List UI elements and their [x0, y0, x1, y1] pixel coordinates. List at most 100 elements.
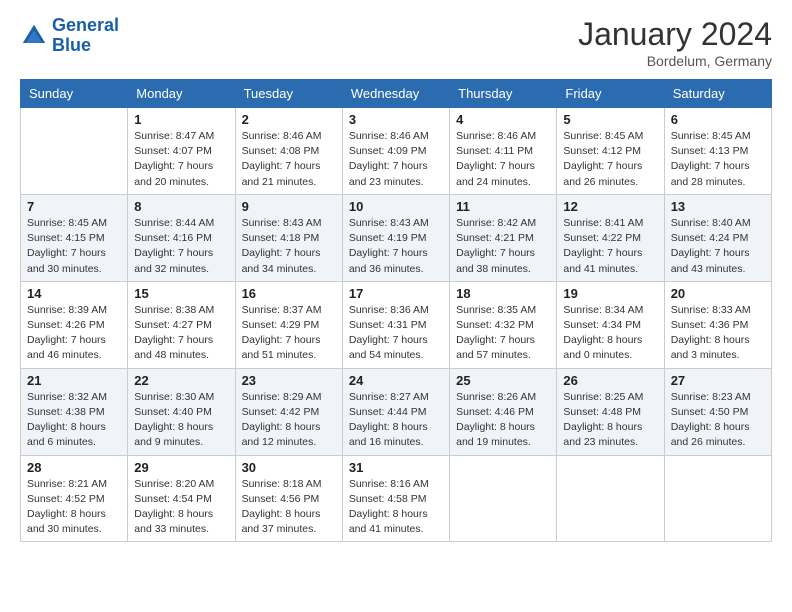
- logo-blue: Blue: [52, 36, 119, 56]
- calendar-cell: 2Sunrise: 8:46 AMSunset: 4:08 PMDaylight…: [235, 108, 342, 195]
- day-number: 17: [349, 286, 443, 301]
- day-info: Sunrise: 8:25 AMSunset: 4:48 PMDaylight:…: [563, 390, 657, 451]
- title-block: January 2024 Bordelum, Germany: [578, 16, 772, 69]
- day-info: Sunrise: 8:46 AMSunset: 4:11 PMDaylight:…: [456, 129, 550, 190]
- day-info: Sunrise: 8:37 AMSunset: 4:29 PMDaylight:…: [242, 303, 336, 364]
- calendar-header-row: SundayMondayTuesdayWednesdayThursdayFrid…: [21, 80, 772, 108]
- day-info: Sunrise: 8:26 AMSunset: 4:46 PMDaylight:…: [456, 390, 550, 451]
- calendar-cell: [450, 455, 557, 542]
- day-info: Sunrise: 8:45 AMSunset: 4:12 PMDaylight:…: [563, 129, 657, 190]
- day-info: Sunrise: 8:45 AMSunset: 4:15 PMDaylight:…: [27, 216, 121, 277]
- day-info: Sunrise: 8:46 AMSunset: 4:09 PMDaylight:…: [349, 129, 443, 190]
- day-info: Sunrise: 8:29 AMSunset: 4:42 PMDaylight:…: [242, 390, 336, 451]
- calendar-cell: 8 Sunrise: 8:44 AMSunset: 4:16 PMDaylight…: [128, 194, 235, 281]
- day-number: 28: [27, 460, 121, 475]
- calendar-cell: 28Sunrise: 8:21 AMSunset: 4:52 PMDayligh…: [21, 455, 128, 542]
- calendar-cell: 25 Sunrise: 8:26 AMSunset: 4:46 PMDayligh…: [450, 368, 557, 455]
- header-thursday: Thursday: [450, 80, 557, 108]
- calendar-cell: 5 Sunrise: 8:45 AMSunset: 4:12 PMDaylight…: [557, 108, 664, 195]
- day-info: Sunrise: 8:41 AMSunset: 4:22 PMDaylight:…: [563, 216, 657, 277]
- day-number: 5: [563, 112, 657, 127]
- day-number: 8: [134, 199, 228, 214]
- day-info: Sunrise: 8:47 AMSunset: 4:07 PMDaylight:…: [134, 129, 228, 190]
- day-number: 21: [27, 373, 121, 388]
- location-subtitle: Bordelum, Germany: [578, 53, 772, 69]
- calendar-cell: 26 Sunrise: 8:25 AMSunset: 4:48 PMDayligh…: [557, 368, 664, 455]
- day-number: 14: [27, 286, 121, 301]
- day-number: 11: [456, 199, 550, 214]
- calendar-cell: 30 Sunrise: 8:18 AMSunset: 4:56 PMDayligh…: [235, 455, 342, 542]
- day-number: 30: [242, 460, 336, 475]
- calendar-cell: 29 Sunrise: 8:20 AMSunset: 4:54 PMDayligh…: [128, 455, 235, 542]
- header-sunday: Sunday: [21, 80, 128, 108]
- calendar-cell: 12Sunrise: 8:41 AMSunset: 4:22 PMDayligh…: [557, 194, 664, 281]
- calendar-cell: 21 Sunrise: 8:32 AMSunset: 4:38 PMDayligh…: [21, 368, 128, 455]
- header-saturday: Saturday: [664, 80, 771, 108]
- day-info: Sunrise: 8:43 AMSunset: 4:18 PMDaylight:…: [242, 216, 336, 277]
- day-info: Sunrise: 8:18 AMSunset: 4:56 PMDaylight:…: [242, 477, 336, 538]
- calendar-cell: 20 Sunrise: 8:33 AMSunset: 4:36 PMDayligh…: [664, 281, 771, 368]
- calendar-cell: 7 Sunrise: 8:45 AMSunset: 4:15 PMDaylight…: [21, 194, 128, 281]
- day-number: 23: [242, 373, 336, 388]
- day-number: 1: [134, 112, 228, 127]
- calendar-week-5: 28Sunrise: 8:21 AMSunset: 4:52 PMDayligh…: [21, 455, 772, 542]
- calendar-cell: 17 Sunrise: 8:36 AMSunset: 4:31 PMDayligh…: [342, 281, 449, 368]
- calendar-cell: 11 Sunrise: 8:42 AMSunset: 4:21 PMDayligh…: [450, 194, 557, 281]
- calendar-cell: [21, 108, 128, 195]
- day-info: Sunrise: 8:38 AMSunset: 4:27 PMDaylight:…: [134, 303, 228, 364]
- calendar-week-1: 1 Sunrise: 8:47 AMSunset: 4:07 PMDaylight…: [21, 108, 772, 195]
- day-info: Sunrise: 8:20 AMSunset: 4:54 PMDaylight:…: [134, 477, 228, 538]
- day-info: Sunrise: 8:32 AMSunset: 4:38 PMDaylight:…: [27, 390, 121, 451]
- day-number: 20: [671, 286, 765, 301]
- calendar-cell: 10 Sunrise: 8:43 AMSunset: 4:19 PMDayligh…: [342, 194, 449, 281]
- calendar-cell: 14 Sunrise: 8:39 AMSunset: 4:26 PMDayligh…: [21, 281, 128, 368]
- logo-icon: [20, 22, 48, 50]
- day-number: 3: [349, 112, 443, 127]
- day-number: 7: [27, 199, 121, 214]
- day-number: 24: [349, 373, 443, 388]
- logo-general: General: [52, 15, 119, 35]
- day-info: Sunrise: 8:43 AMSunset: 4:19 PMDaylight:…: [349, 216, 443, 277]
- calendar-week-2: 7 Sunrise: 8:45 AMSunset: 4:15 PMDaylight…: [21, 194, 772, 281]
- page-header: General Blue January 2024 Bordelum, Germ…: [20, 16, 772, 69]
- day-number: 31: [349, 460, 443, 475]
- day-number: 18: [456, 286, 550, 301]
- day-number: 6: [671, 112, 765, 127]
- day-info: Sunrise: 8:36 AMSunset: 4:31 PMDaylight:…: [349, 303, 443, 364]
- calendar-cell: 9 Sunrise: 8:43 AMSunset: 4:18 PMDaylight…: [235, 194, 342, 281]
- calendar-cell: 19Sunrise: 8:34 AMSunset: 4:34 PMDayligh…: [557, 281, 664, 368]
- day-number: 27: [671, 373, 765, 388]
- day-info: Sunrise: 8:39 AMSunset: 4:26 PMDaylight:…: [27, 303, 121, 364]
- day-number: 26: [563, 373, 657, 388]
- day-info: Sunrise: 8:44 AMSunset: 4:16 PMDaylight:…: [134, 216, 228, 277]
- day-number: 29: [134, 460, 228, 475]
- calendar-cell: 3 Sunrise: 8:46 AMSunset: 4:09 PMDaylight…: [342, 108, 449, 195]
- day-info: Sunrise: 8:16 AMSunset: 4:58 PMDaylight:…: [349, 477, 443, 538]
- header-tuesday: Tuesday: [235, 80, 342, 108]
- day-number: 25: [456, 373, 550, 388]
- day-info: Sunrise: 8:27 AMSunset: 4:44 PMDaylight:…: [349, 390, 443, 451]
- calendar-cell: [557, 455, 664, 542]
- day-number: 13: [671, 199, 765, 214]
- day-number: 9: [242, 199, 336, 214]
- logo: General Blue: [20, 16, 119, 56]
- header-friday: Friday: [557, 80, 664, 108]
- day-info: Sunrise: 8:35 AMSunset: 4:32 PMDaylight:…: [456, 303, 550, 364]
- day-info: Sunrise: 8:30 AMSunset: 4:40 PMDaylight:…: [134, 390, 228, 451]
- calendar-cell: 16 Sunrise: 8:37 AMSunset: 4:29 PMDayligh…: [235, 281, 342, 368]
- day-number: 4: [456, 112, 550, 127]
- day-number: 10: [349, 199, 443, 214]
- calendar-cell: 13Sunrise: 8:40 AMSunset: 4:24 PMDayligh…: [664, 194, 771, 281]
- calendar-cell: 6Sunrise: 8:45 AMSunset: 4:13 PMDaylight…: [664, 108, 771, 195]
- calendar-cell: 31 Sunrise: 8:16 AMSunset: 4:58 PMDayligh…: [342, 455, 449, 542]
- header-monday: Monday: [128, 80, 235, 108]
- day-info: Sunrise: 8:42 AMSunset: 4:21 PMDaylight:…: [456, 216, 550, 277]
- calendar-cell: 4 Sunrise: 8:46 AMSunset: 4:11 PMDaylight…: [450, 108, 557, 195]
- calendar-cell: 22Sunrise: 8:30 AMSunset: 4:40 PMDayligh…: [128, 368, 235, 455]
- day-info: Sunrise: 8:23 AMSunset: 4:50 PMDaylight:…: [671, 390, 765, 451]
- calendar-week-3: 14 Sunrise: 8:39 AMSunset: 4:26 PMDayligh…: [21, 281, 772, 368]
- calendar-cell: 27 Sunrise: 8:23 AMSunset: 4:50 PMDayligh…: [664, 368, 771, 455]
- day-info: Sunrise: 8:33 AMSunset: 4:36 PMDaylight:…: [671, 303, 765, 364]
- day-number: 16: [242, 286, 336, 301]
- month-year-title: January 2024: [578, 16, 772, 53]
